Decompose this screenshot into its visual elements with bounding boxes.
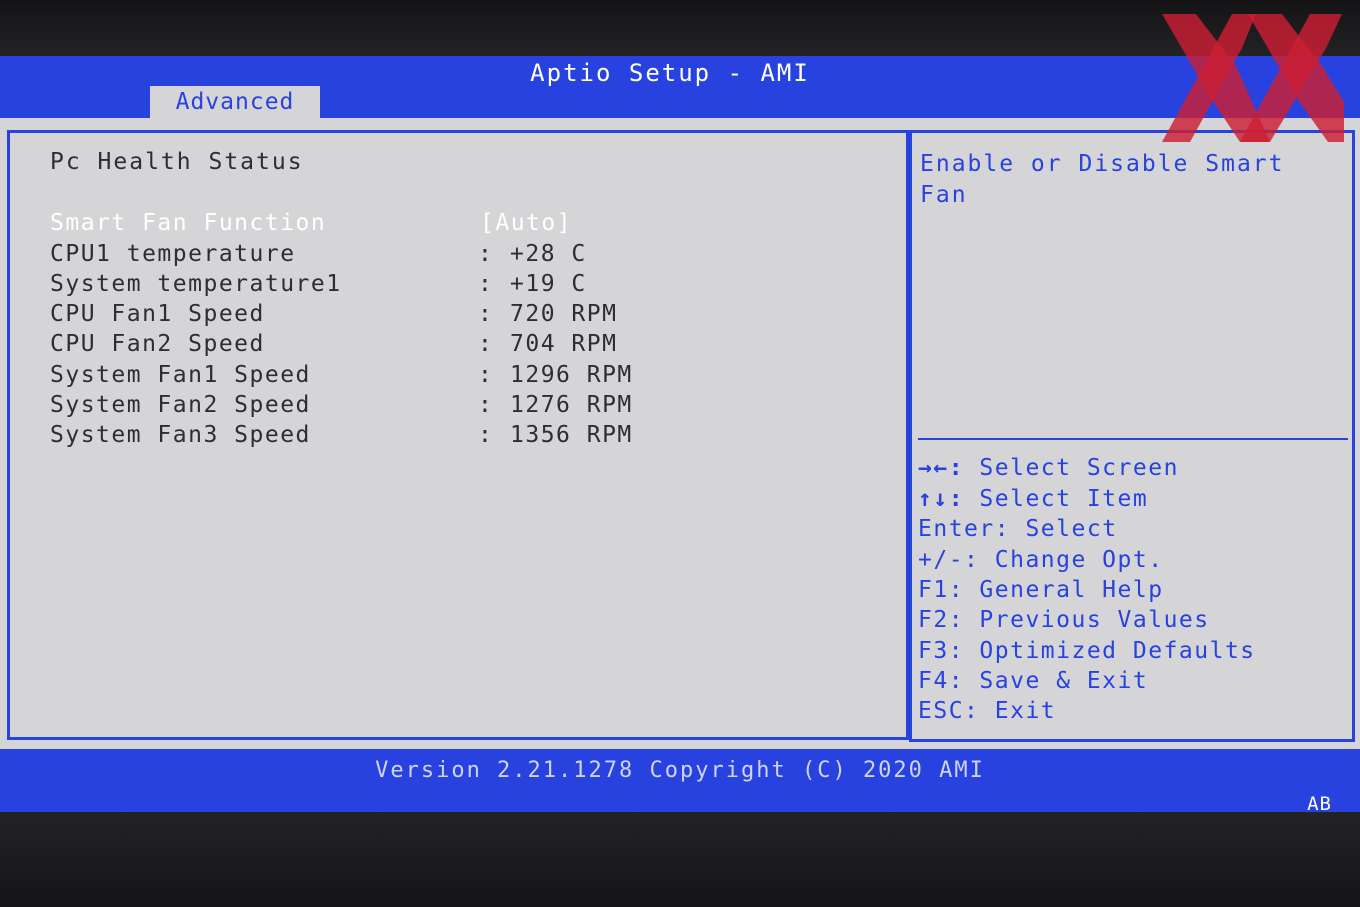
tab-advanced[interactable]: Advanced [150,86,320,118]
sensor-label: System Fan1 Speed [50,362,311,388]
help-panel: Enable or Disable Smart Fan →←: Select S… [909,130,1355,742]
key-enter: Enter: [918,516,1011,542]
key-action: Optimized Defaults [979,638,1256,664]
key-hint-f3: F3: Optimized Defaults [918,636,1348,666]
key-hint-select-screen: →←: Select Screen [918,453,1348,483]
sensor-value: +19 C [510,271,587,297]
key-f1: F1: [918,577,965,603]
system-fan1-speed-row: System Fan1 Speed : 1296 RPM [50,360,850,390]
main-panel: Pc Health Status Smart Fan Function [Aut… [7,130,909,740]
sensor-label: CPU1 temperature [50,241,296,267]
separator: : [478,331,494,357]
monitor-bezel-top [0,0,1360,56]
bios-screen: Aptio Setup - AMI Advanced Pc Health Sta… [0,56,1360,815]
key-hint-esc: ESC: Exit [918,696,1348,726]
key-hint-select-item: ↑↓: Select Item [918,484,1348,514]
sensor-value: 1356 RPM [510,422,633,448]
key-arrows-up-down: ↑↓: [918,486,965,512]
system-fan2-speed-row: System Fan2 Speed : 1276 RPM [50,390,850,420]
key-action: General Help [979,577,1164,603]
sensor-value: 704 RPM [510,331,618,357]
key-hint-enter: Enter: Select [918,514,1348,544]
sensor-value: 1296 RPM [510,362,633,388]
sensor-value: 720 RPM [510,301,618,327]
sensor-label: CPU Fan2 Speed [50,331,265,357]
setting-label: Smart Fan Function [50,210,327,236]
sensor-label: System temperature1 [50,271,342,297]
smart-fan-function-row[interactable]: Smart Fan Function [Auto] [50,208,850,238]
key-hint-change-opt: +/-: Change Opt. [918,545,1348,575]
key-action: Select [1025,516,1118,542]
separator: : [478,422,494,448]
monitor-bezel-bottom [0,812,1360,907]
key-f4: F4: [918,668,965,694]
cpu-fan2-speed-row: CPU Fan2 Speed : 704 RPM [50,329,850,359]
key-action: Previous Values [979,607,1210,633]
key-action: Exit [994,698,1057,724]
body-area: Pc Health Status Smart Fan Function [Aut… [0,118,1360,749]
version-footer: Version 2.21.1278 Copyright (C) 2020 AMI [375,758,985,783]
sensor-label: System Fan2 Speed [50,392,311,418]
sensor-value: +28 C [510,241,587,267]
separator: : [478,301,494,327]
separator: : [478,362,494,388]
help-divider [918,438,1348,440]
key-action: Save & Exit [979,668,1149,694]
window-title: Aptio Setup - AMI [530,59,810,87]
system-temperature1-row: System temperature1 : +19 C [50,269,850,299]
key-hint-f4: F4: Save & Exit [918,666,1348,696]
key-f3: F3: [918,638,965,664]
system-fan3-speed-row: System Fan3 Speed : 1356 RPM [50,420,850,450]
setting-value[interactable]: [Auto] [480,208,572,238]
separator: : [478,241,494,267]
cpu1-temperature-row: CPU1 temperature : +28 C [50,239,850,269]
key-esc: ESC: [918,698,980,724]
separator: : [478,392,494,418]
key-action: Change Opt. [994,547,1164,573]
separator: : [478,271,494,297]
key-action: Select Item [979,486,1149,512]
hardwareluxx-xx-logo-icon [1162,14,1344,142]
sensor-label: CPU Fan1 Speed [50,301,265,327]
key-action: Select Screen [979,455,1179,481]
sensor-label: System Fan3 Speed [50,422,311,448]
key-f2: F2: [918,607,965,633]
key-plus-minus: +/-: [918,547,980,573]
help-text: Enable or Disable Smart Fan [920,151,1285,208]
sensor-value: 1276 RPM [510,392,633,418]
section-title: Pc Health Status [50,149,304,175]
key-hint-f2: F2: Previous Values [918,605,1348,635]
key-hint-f1: F1: General Help [918,575,1348,605]
cpu-fan1-speed-row: CPU Fan1 Speed : 720 RPM [50,299,850,329]
key-arrows-left-right: →←: [918,455,965,481]
